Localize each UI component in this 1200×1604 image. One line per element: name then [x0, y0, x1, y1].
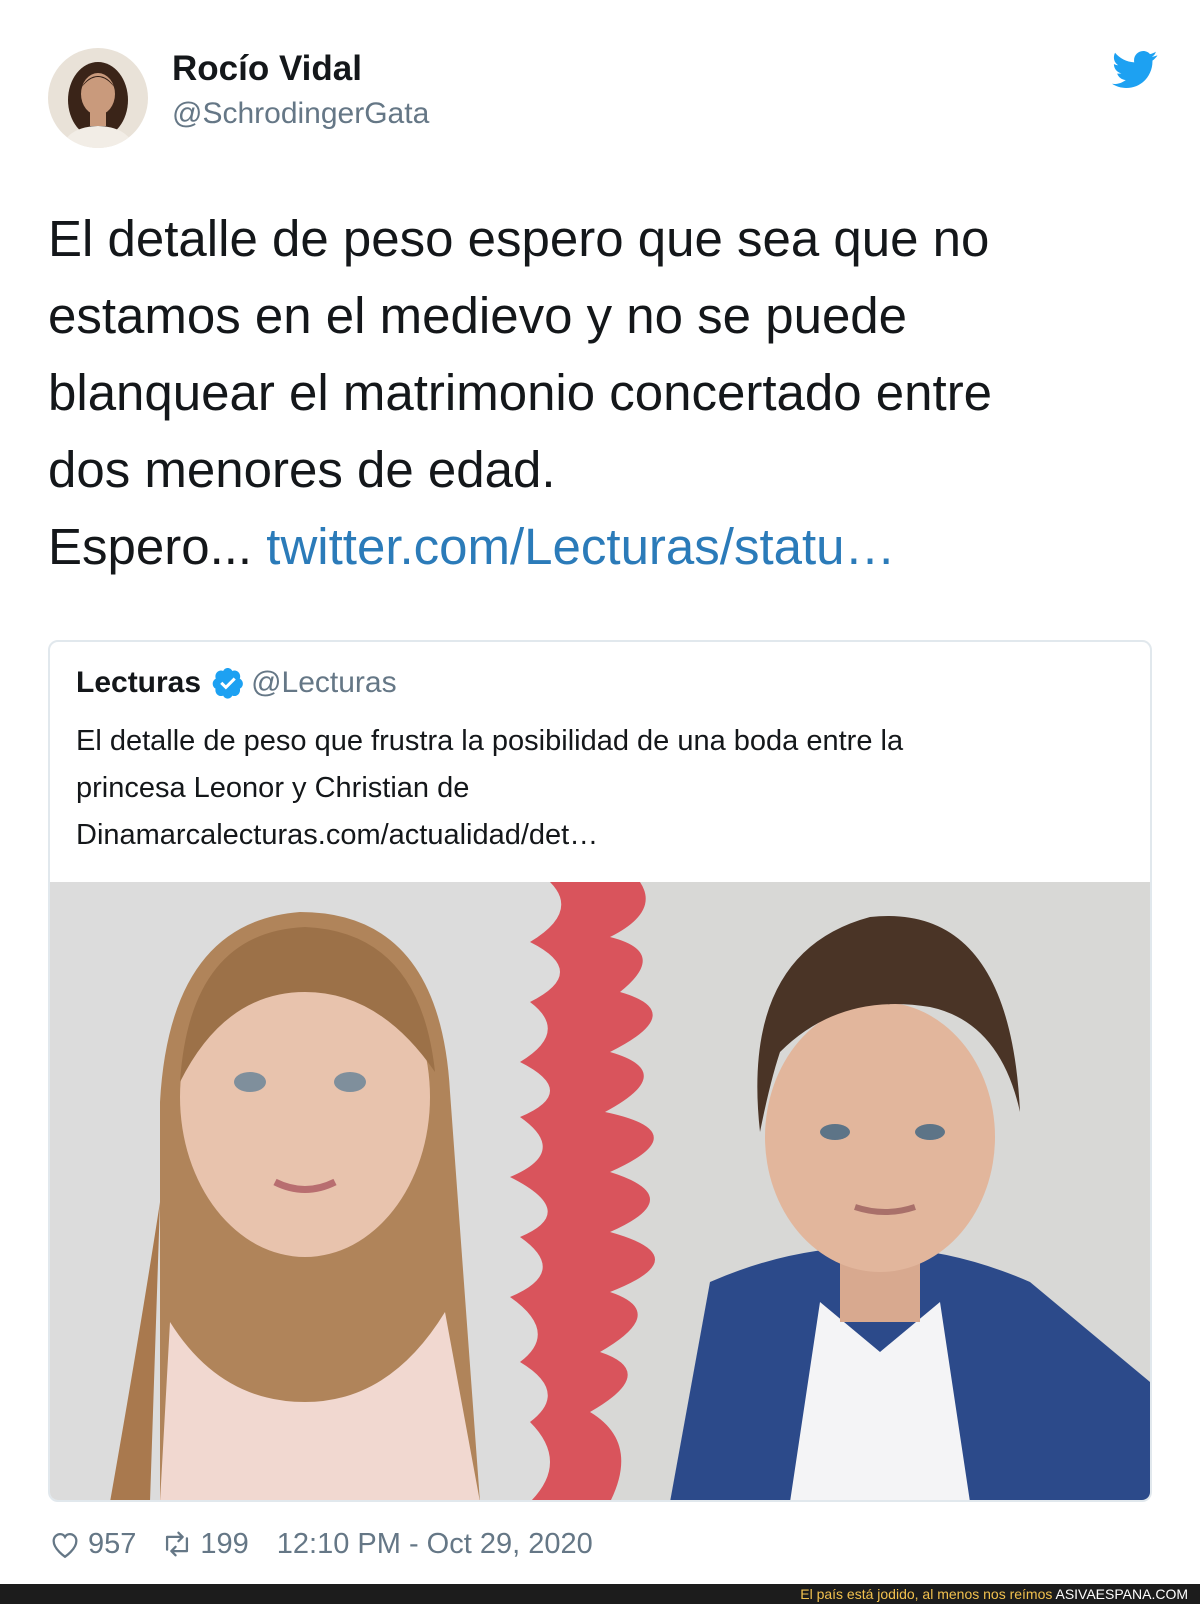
- quoted-header: Lecturas @Lecturas: [76, 666, 397, 706]
- retweet-icon: [166, 1531, 189, 1557]
- tweet-text-line: dos menores de edad.: [48, 441, 556, 498]
- quoted-author-handle[interactable]: @Lecturas: [251, 666, 397, 699]
- quoted-tweet[interactable]: Lecturas @Lecturas El detalle de peso qu…: [48, 640, 1152, 1502]
- quoted-author-name[interactable]: Lecturas: [76, 666, 201, 699]
- tweet-text-line: Espero... twitter.com/Lecturas/statu…: [48, 508, 1158, 585]
- tweet-text-line: blanquear el matrimonio concertado entre: [48, 364, 993, 421]
- retweet-button[interactable]: 199: [160, 1527, 249, 1561]
- heart-icon: [52, 1532, 78, 1559]
- like-button[interactable]: 957: [48, 1527, 136, 1561]
- tweet-text-line: estamos en el medievo y no se puede: [48, 287, 908, 344]
- footer-tagline: El país está jodido, al menos nos reímos: [800, 1586, 1056, 1602]
- tweet-text-prefix: Espero...: [48, 518, 267, 575]
- avatar[interactable]: [48, 48, 148, 148]
- author-name[interactable]: Rocío Vidal: [172, 48, 362, 90]
- site-footer: El país está jodido, al menos nos reímos…: [0, 1584, 1200, 1604]
- quoted-image[interactable]: [50, 882, 1150, 1500]
- quoted-text: El detalle de peso que frustra la posibi…: [76, 718, 1126, 859]
- quoted-text-line[interactable]: Dinamarcalecturas.com/actualidad/det…: [76, 812, 1126, 859]
- tweet-text-line: El detalle de peso espero que sea que no: [48, 210, 990, 267]
- retweet-count: 199: [200, 1527, 249, 1560]
- tweet-link[interactable]: twitter.com/Lecturas/statu…: [266, 518, 895, 575]
- tweet-actions: 957 199 12:10 PM - Oct 29, 2020: [48, 1522, 593, 1566]
- like-count: 957: [88, 1527, 137, 1560]
- verified-badge-icon: [212, 667, 243, 699]
- quoted-text-line: princesa Leonor y Christian de: [76, 772, 470, 804]
- tweet-card: Rocío Vidal @SchrodingerGata El detalle …: [0, 0, 1200, 1584]
- tweet-timestamp[interactable]: 12:10 PM - Oct 29, 2020: [277, 1528, 593, 1561]
- tweet-text: El detalle de peso espero que sea que no…: [48, 200, 1158, 585]
- quoted-text-line: El detalle de peso que frustra la posibi…: [76, 725, 904, 757]
- author-handle[interactable]: @SchrodingerGata: [172, 94, 429, 134]
- footer-site[interactable]: ASIVAESPANA.COM: [1055, 1586, 1188, 1602]
- tweet-header: Rocío Vidal @SchrodingerGata: [48, 48, 1158, 148]
- twitter-bird-icon[interactable]: [1112, 50, 1158, 90]
